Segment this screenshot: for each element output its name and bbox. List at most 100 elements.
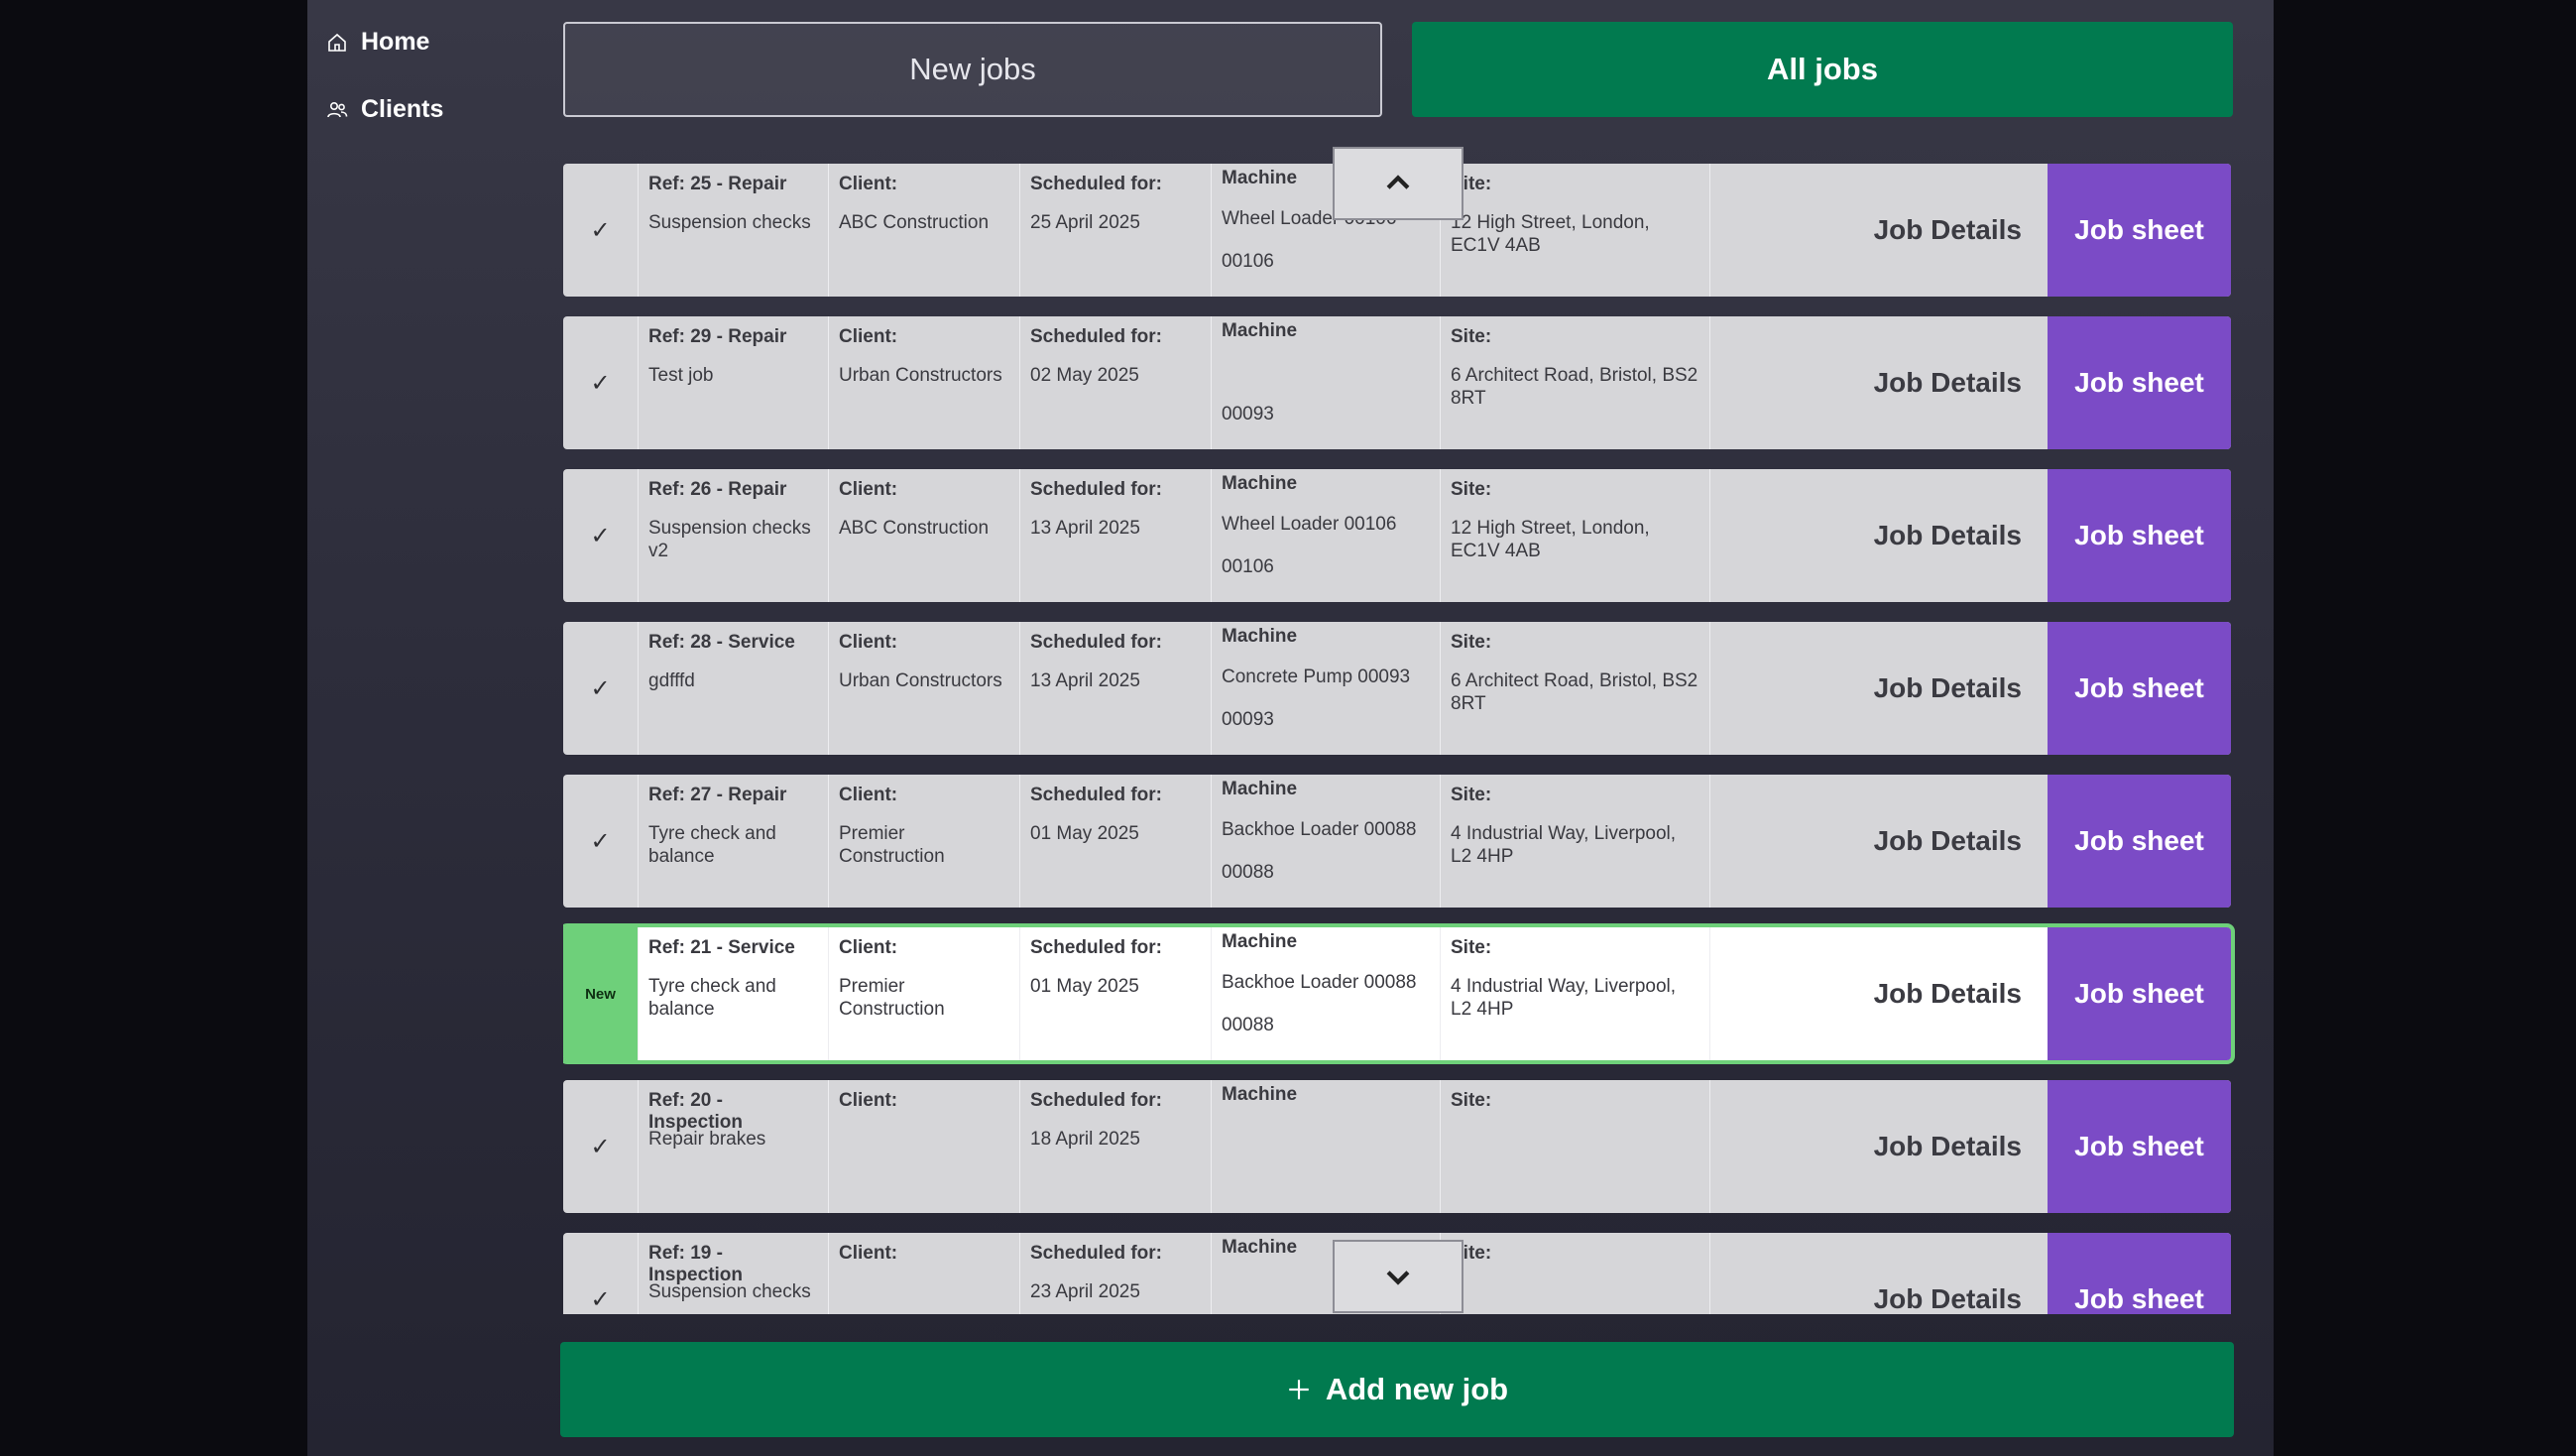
scheduled-date: 18 April 2025: [1030, 1129, 1140, 1150]
site-address: 6 Architect Road, Bristol, BS2 8RT: [1451, 365, 1698, 409]
check-icon: ✓: [563, 775, 639, 908]
site-address: 12 High Street, London, EC1V 4AB: [1451, 212, 1650, 256]
app-window: Home Clients New jobs All jobs ✓ Ref: 25…: [307, 0, 2274, 1456]
check-icon: ✓: [563, 164, 639, 297]
site-address: 4 Industrial Way, Liverpool, L2 4HP: [1451, 976, 1677, 1020]
job-details-button[interactable]: Job Details: [1710, 164, 2048, 297]
site-address: 6 Architect Road, Bristol, BS2 8RT: [1451, 670, 1698, 714]
job-description: Repair brakes: [648, 1129, 766, 1150]
job-sheet-button[interactable]: Job sheet: [2048, 1233, 2231, 1314]
client-name: ABC Construction: [839, 518, 990, 539]
job-sheet-button[interactable]: Job sheet: [2048, 469, 2231, 602]
scroll-up-button[interactable]: [1333, 147, 1464, 220]
check-icon: ✓: [563, 469, 639, 602]
tab-all-jobs[interactable]: All jobs: [1412, 22, 2233, 117]
job-card[interactable]: ✓ Ref: 26 - Repair Suspension checks v2 …: [563, 469, 2231, 602]
job-details-button[interactable]: Job Details: [1710, 622, 2048, 755]
scheduled-date: 02 May 2025: [1030, 365, 1139, 386]
job-ref-cell: Ref: 27 - Repair Tyre check and balance: [639, 775, 829, 908]
job-ref-cell: Ref: 29 - Repair Test job: [639, 316, 829, 449]
job-list[interactable]: ✓ Ref: 25 - Repair Suspension checks Cli…: [563, 164, 2239, 1314]
job-sheet-button[interactable]: Job sheet: [2048, 1080, 2231, 1213]
sidebar-item-clients[interactable]: Clients: [325, 95, 443, 124]
job-site-cell: Site: 6 Architect Road, Bristol, BS2 8RT: [1441, 622, 1710, 755]
job-site-cell: Site: 12 High Street, London, EC1V 4AB: [1441, 469, 1710, 602]
scheduled-date: 01 May 2025: [1030, 976, 1139, 997]
site-label: Site:: [1451, 785, 1492, 805]
check-icon: ✓: [563, 316, 639, 449]
job-machine-cell: Machine 00093: [1212, 316, 1441, 449]
machine-code: 00093: [1222, 709, 1274, 730]
users-icon: [327, 101, 348, 117]
job-scheduled-cell: Scheduled for: 13 April 2025: [1020, 622, 1212, 755]
site-address: 12 High Street, London, EC1V 4AB: [1451, 518, 1650, 561]
job-ref-cell: Ref: 19 - Inspection Suspension checks: [639, 1233, 829, 1314]
job-ref: Ref: 27 - Repair: [648, 785, 787, 805]
job-card[interactable]: ✓ Ref: 28 - Service gdfffd Client: Urban…: [563, 622, 2231, 755]
client-label: Client:: [839, 785, 898, 805]
job-details-button[interactable]: Job Details: [1710, 1233, 2048, 1314]
job-details-button[interactable]: Job Details: [1710, 927, 2048, 1060]
scheduled-date: 25 April 2025: [1030, 212, 1140, 233]
job-sheet-button[interactable]: Job sheet: [2048, 622, 2231, 755]
job-details-button[interactable]: Job Details: [1710, 469, 2048, 602]
job-client-cell: Client: Urban Constructors: [829, 622, 1020, 755]
check-icon: ✓: [563, 1233, 639, 1314]
sidebar-item-label: Home: [361, 28, 430, 56]
job-site-cell: Site: 4 Industrial Way, Liverpool, L2 4H…: [1441, 927, 1710, 1060]
job-card[interactable]: ✓ Ref: 29 - Repair Test job Client: Urba…: [563, 316, 2231, 449]
sidebar-item-home[interactable]: Home: [325, 28, 429, 57]
scheduled-date: 23 April 2025: [1030, 1281, 1140, 1302]
job-card[interactable]: ✓ Ref: 20 - Inspection Repair brakes Cli…: [563, 1080, 2231, 1213]
job-description: gdfffd: [648, 670, 695, 691]
job-scheduled-cell: Scheduled for: 01 May 2025: [1020, 927, 1212, 1060]
job-ref-cell: Ref: 25 - Repair Suspension checks: [639, 164, 829, 297]
site-label: Site:: [1451, 632, 1492, 653]
site-label: Site:: [1451, 479, 1492, 500]
scroll-down-button[interactable]: [1333, 1240, 1464, 1313]
machine-name: Backhoe Loader 00088: [1222, 819, 1417, 840]
job-client-cell: Client: ABC Construction: [829, 164, 1020, 297]
job-details-button[interactable]: Job Details: [1710, 316, 2048, 449]
add-new-job-label: Add new job: [1325, 1372, 1509, 1406]
job-card[interactable]: New Ref: 21 - Service Tyre check and bal…: [563, 923, 2235, 1064]
machine-label: Machine: [1222, 931, 1298, 952]
job-sheet-button[interactable]: Job sheet: [2048, 775, 2231, 908]
job-description: Tyre check and balance: [648, 976, 776, 1020]
job-description: Suspension checks v2: [648, 518, 811, 561]
client-name: Premier Construction: [839, 976, 945, 1020]
job-description: Suspension checks: [648, 212, 811, 233]
scheduled-label: Scheduled for:: [1030, 785, 1163, 805]
scheduled-label: Scheduled for:: [1030, 937, 1163, 958]
job-details-button[interactable]: Job Details: [1710, 1080, 2048, 1213]
scheduled-label: Scheduled for:: [1030, 174, 1163, 194]
new-badge: New: [563, 927, 639, 1060]
machine-name: Wheel Loader 00106: [1222, 514, 1397, 535]
scheduled-label: Scheduled for:: [1030, 479, 1163, 500]
scheduled-label: Scheduled for:: [1030, 1243, 1163, 1264]
machine-code: 00106: [1222, 556, 1274, 577]
job-details-button[interactable]: Job Details: [1710, 775, 2048, 908]
job-sheet-button[interactable]: Job sheet: [2048, 927, 2231, 1060]
machine-code: 00088: [1222, 1015, 1274, 1035]
job-ref: Ref: 21 - Service: [648, 937, 795, 958]
scheduled-date: 01 May 2025: [1030, 823, 1139, 844]
job-site-cell: Site:: [1441, 1080, 1710, 1213]
client-name: ABC Construction: [839, 212, 990, 233]
job-ref: Ref: 25 - Repair: [648, 174, 787, 194]
machine-code: 00088: [1222, 862, 1274, 883]
add-new-job-button[interactable]: Add new job: [560, 1342, 2234, 1437]
job-machine-cell: Machine Concrete Pump 00093 00093: [1212, 622, 1441, 755]
machine-label: Machine: [1222, 473, 1298, 494]
job-card[interactable]: ✓ Ref: 27 - Repair Tyre check and balanc…: [563, 775, 2231, 908]
job-client-cell: Client: Premier Construction: [829, 775, 1020, 908]
scheduled-date: 13 April 2025: [1030, 670, 1140, 691]
job-client-cell: Client: Urban Constructors: [829, 316, 1020, 449]
job-sheet-button[interactable]: Job sheet: [2048, 164, 2231, 297]
scheduled-label: Scheduled for:: [1030, 632, 1163, 653]
job-sheet-button[interactable]: Job sheet: [2048, 316, 2231, 449]
job-ref-cell: Ref: 26 - Repair Suspension checks v2: [639, 469, 829, 602]
job-machine-cell: Machine Wheel Loader 00106 00106: [1212, 469, 1441, 602]
job-ref-cell: Ref: 28 - Service gdfffd: [639, 622, 829, 755]
tab-new-jobs[interactable]: New jobs: [563, 22, 1382, 117]
